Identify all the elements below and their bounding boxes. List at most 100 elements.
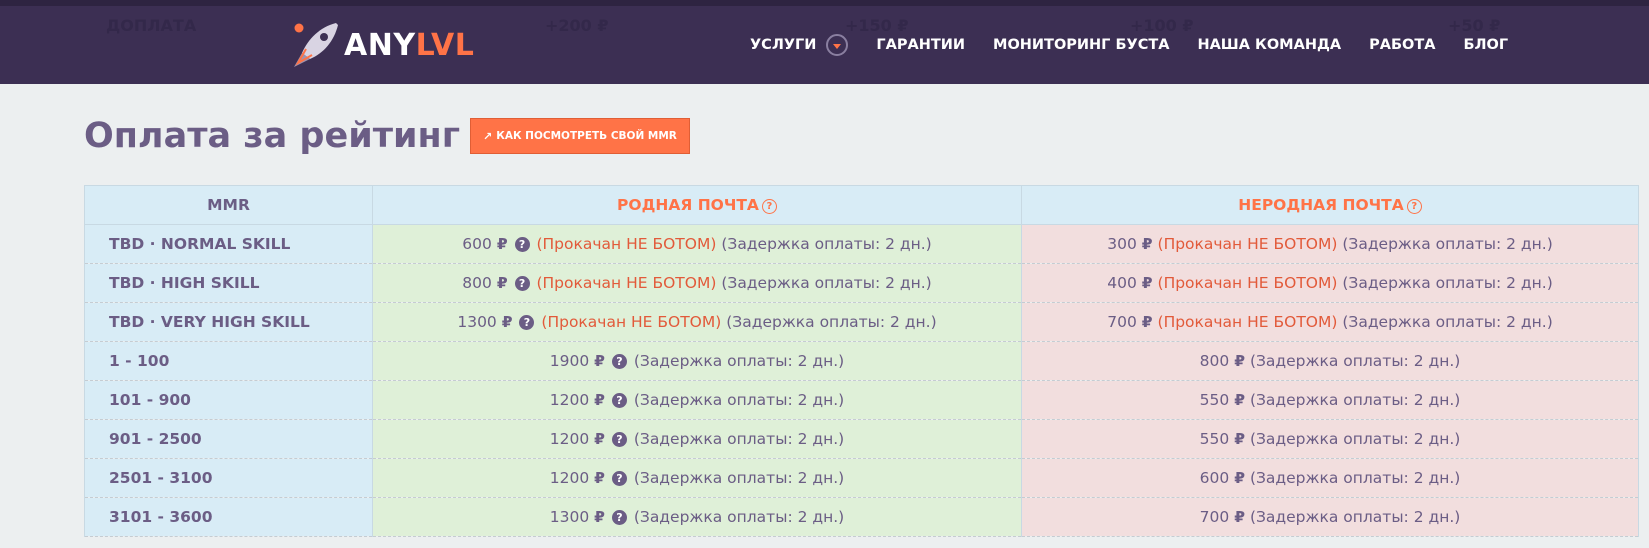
currency-symbol: ₽ — [1234, 469, 1245, 487]
price-value: 1200 — [549, 469, 590, 487]
native-mail-price: 1900 ₽ ? (Задержка оплаты: 2 дн.) — [372, 341, 1022, 381]
price-value: 1300 — [457, 313, 497, 331]
mmr-range: 101 - 900 — [84, 380, 373, 420]
how-to-check-mmr-button[interactable]: ↗ КАК ПОСМОТРЕТЬ СВОЙ MMR — [470, 118, 690, 154]
native-mail-price: 1200 ₽ ? (Задержка оплаты: 2 дн.) — [372, 458, 1022, 498]
nav-item-services[interactable]: УСЛУГИ — [750, 34, 849, 56]
price-value: 1300 — [549, 508, 590, 526]
question-circle-icon[interactable]: ? — [611, 432, 627, 447]
foreign-mail-price: 700 ₽ (Задержка оплаты: 2 дн.) — [1021, 497, 1639, 537]
mmr-range: TBD · VERY HIGH SKILL — [84, 302, 373, 342]
ghost-value: +50 ₽ — [1448, 16, 1501, 35]
native-mail-price: 1300 ₽ ? (Задержка оплаты: 2 дн.) — [372, 497, 1022, 537]
table-header-row: MMR РОДНАЯ ПОЧТА? НЕРОДНАЯ ПОЧТА? — [84, 185, 1639, 225]
payment-delay-note: (Задержка оплаты: 2 дн.) — [1342, 274, 1553, 292]
question-circle-icon[interactable]: ? — [514, 276, 530, 291]
question-circle-icon[interactable]: ? — [611, 393, 627, 408]
payment-delay-note: (Задержка оплаты: 2 дн.) — [633, 469, 845, 487]
question-circle-icon[interactable]: ? — [611, 510, 627, 525]
payment-delay-note: (Задержка оплаты: 2 дн.) — [721, 235, 932, 253]
logo-wordmark: ANYLVL — [344, 27, 475, 63]
nav-item-work[interactable]: РАБОТА — [1369, 37, 1435, 53]
table-row: 2501 - 3100 1200 ₽ ? (Задержка оплаты: 2 … — [84, 458, 1639, 498]
foreign-mail-price: 700 ₽ (Прокачан НЕ БОТОМ) (Задержка опла… — [1021, 302, 1639, 342]
currency-symbol: ₽ — [496, 235, 508, 253]
payment-delay-note: (Задержка оплаты: 2 дн.) — [1249, 352, 1461, 370]
price-value: 600 — [1199, 469, 1230, 487]
payment-delay-note: (Задержка оплаты: 2 дн.) — [721, 274, 932, 292]
currency-symbol: ₽ — [1234, 508, 1245, 526]
payment-delay-note: (Задержка оплаты: 2 дн.) — [1342, 235, 1553, 253]
native-mail-price: 1300 ₽ ? (Прокачан НЕ БОТОМ) (Задержка о… — [372, 302, 1022, 342]
foreign-mail-price: 800 ₽ (Задержка оплаты: 2 дн.) — [1021, 341, 1639, 381]
payment-delay-note: (Задержка оплаты: 2 дн.) — [1249, 391, 1461, 409]
payment-delay-note: (Задержка оплаты: 2 дн.) — [1249, 508, 1461, 526]
table-row: 101 - 900 1200 ₽ ? (Задержка оплаты: 2 дн… — [84, 380, 1639, 420]
site-logo[interactable]: ANYLVL — [290, 18, 474, 72]
chevron-down-icon[interactable] — [826, 34, 849, 56]
not-bot-note: (Прокачан НЕ БОТОМ) — [1157, 235, 1338, 253]
rocket-logo-icon — [294, 23, 338, 67]
payment-delay-note: (Задержка оплаты: 2 дн.) — [633, 430, 845, 448]
header-native-mail: РОДНАЯ ПОЧТА? — [372, 185, 1022, 225]
nav-item-guarantees[interactable]: ГАРАНТИИ — [876, 37, 965, 53]
price-value: 800 — [462, 274, 492, 292]
ghost-label: ДОПЛАТА — [106, 16, 197, 35]
currency-symbol: ₽ — [1141, 274, 1153, 292]
nav-item-boost-monitoring[interactable]: МОНИТОРИНГ БУСТА — [993, 37, 1169, 53]
table-row: TBD · NORMAL SKILL 600 ₽ ? (Прокачан НЕ Б… — [84, 224, 1639, 264]
price-value: 300 — [1107, 235, 1137, 253]
nav-item-our-team[interactable]: НАША КОМАНДА — [1197, 37, 1341, 53]
payment-delay-note: (Задержка оплаты: 2 дн.) — [1249, 469, 1461, 487]
not-bot-note: (Прокачан НЕ БОТОМ) — [1157, 274, 1338, 292]
main-nav: УСЛУГИ ГАРАНТИИ МОНИТОРИНГ БУСТА НАША КО… — [750, 34, 1536, 56]
nav-item-blog[interactable]: БЛОГ — [1463, 37, 1508, 53]
not-bot-note: (Прокачан НЕ БОТОМ) — [536, 274, 717, 292]
question-circle-icon[interactable]: ? — [611, 471, 627, 486]
question-circle-icon[interactable]: ? — [519, 315, 535, 330]
question-circle-icon[interactable]: ? — [611, 354, 627, 369]
payment-delay-note: (Задержка оплаты: 2 дн.) — [726, 313, 937, 331]
question-circle-icon[interactable]: ? — [1406, 199, 1422, 214]
question-circle-icon[interactable]: ? — [514, 237, 530, 252]
question-circle-icon[interactable]: ? — [761, 199, 777, 214]
price-value: 800 — [1199, 352, 1230, 370]
mmr-range: TBD · HIGH SKILL — [84, 263, 373, 303]
mmr-range: 3101 - 3600 — [84, 497, 373, 537]
header-mmr: MMR — [84, 185, 373, 225]
currency-symbol: ₽ — [501, 313, 513, 331]
currency-symbol: ₽ — [594, 469, 605, 487]
currency-symbol: ₽ — [594, 508, 605, 526]
site-header: ДОПЛАТА +200 ₽ +150 ₽ +100 ₽ +50 ₽ ANYLV… — [0, 0, 1649, 84]
currency-symbol: ₽ — [594, 352, 605, 370]
price-value: 700 — [1107, 313, 1137, 331]
price-value: 700 — [1199, 508, 1230, 526]
native-mail-price: 1200 ₽ ? (Задержка оплаты: 2 дн.) — [372, 419, 1022, 459]
payment-delay-note: (Задержка оплаты: 2 дн.) — [633, 391, 845, 409]
table-row: TBD · VERY HIGH SKILL 1300 ₽ ? (Прокачан … — [84, 302, 1639, 342]
currency-symbol: ₽ — [594, 430, 605, 448]
currency-symbol: ₽ — [1141, 313, 1153, 331]
ghost-value: +100 ₽ — [1130, 16, 1194, 35]
mmr-range: 2501 - 3100 — [84, 458, 373, 498]
table-row: TBD · HIGH SKILL 800 ₽ ? (Прокачан НЕ БОТ… — [84, 263, 1639, 303]
currency-symbol: ₽ — [1234, 352, 1245, 370]
native-mail-price: 800 ₽ ? (Прокачан НЕ БОТОМ) (Задержка оп… — [372, 263, 1022, 303]
not-bot-note: (Прокачан НЕ БОТОМ) — [541, 313, 722, 331]
price-value: 600 — [462, 235, 492, 253]
payment-delay-note: (Задержка оплаты: 2 дн.) — [633, 352, 845, 370]
mmr-range: TBD · NORMAL SKILL — [84, 224, 373, 264]
price-value: 1200 — [549, 430, 590, 448]
currency-symbol: ₽ — [594, 391, 605, 409]
mmr-range: 1 - 100 — [84, 341, 373, 381]
currency-symbol: ₽ — [1234, 391, 1245, 409]
price-value: 550 — [1199, 430, 1230, 448]
ghost-value: +150 ₽ — [845, 16, 909, 35]
payment-delay-note: (Задержка оплаты: 2 дн.) — [633, 508, 845, 526]
table-row: 901 - 2500 1200 ₽ ? (Задержка оплаты: 2 д… — [84, 419, 1639, 459]
foreign-mail-price: 300 ₽ (Прокачан НЕ БОТОМ) (Задержка опла… — [1021, 224, 1639, 264]
payment-delay-note: (Задержка оплаты: 2 дн.) — [1342, 313, 1553, 331]
currency-symbol: ₽ — [496, 274, 508, 292]
pricing-table: MMR РОДНАЯ ПОЧТА? НЕРОДНАЯ ПОЧТА? TBD · … — [84, 185, 1639, 537]
title-row: Оплата за рейтинг ↗ КАК ПОСМОТРЕТЬ СВОЙ … — [84, 116, 690, 156]
